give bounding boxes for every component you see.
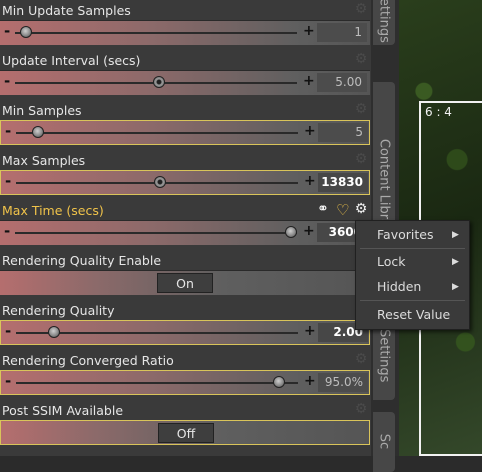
menu-item[interactable]: Hidden ▶: [356, 276, 469, 298]
gear-icon[interactable]: ⚙: [354, 2, 368, 16]
property-label: Min Update Samples: [2, 3, 131, 18]
value-slider[interactable]: - +2.00: [0, 320, 370, 345]
menu-item-label: Reset Value: [377, 307, 451, 322]
minus-icon[interactable]: -: [5, 324, 11, 339]
slider-handle[interactable]: [48, 326, 61, 338]
minus-icon[interactable]: -: [4, 24, 10, 39]
side-tab-label: er Settings: [376, 0, 392, 43]
property-row: Min Samples ⚙ - +5: [0, 100, 371, 150]
submenu-arrow-icon: ▶: [452, 257, 459, 267]
value-slider[interactable]: - +5.00: [0, 70, 370, 95]
menu-item[interactable]: Reset Value: [356, 304, 469, 326]
menu-separator: [360, 248, 465, 249]
parameters-pane: Min Update Samples ⚙ - +1 Update Interval (s…: [0, 0, 371, 456]
value-slider[interactable]: - +3600: [0, 220, 370, 245]
property-row: Rendering Quality Enable⚙On: [0, 250, 371, 300]
menu-separator: [360, 300, 465, 301]
side-tab[interactable]: Sc: [373, 412, 395, 472]
property-label: Rendering Converged Ratio: [2, 353, 174, 368]
property-label: Max Samples: [2, 153, 86, 168]
slider-handle[interactable]: [153, 176, 166, 188]
property-label: Rendering Quality: [2, 303, 115, 318]
minus-icon[interactable]: -: [4, 74, 10, 89]
minus-icon[interactable]: -: [5, 124, 11, 139]
property-row: Max Time (secs) ⚭ ♡ ⚙ - +3600: [0, 200, 371, 250]
menu-item-label: Hidden: [377, 279, 422, 294]
toggle-field[interactable]: Off: [0, 420, 370, 445]
value-field[interactable]: 5: [318, 123, 368, 142]
toggle-button[interactable]: Off: [158, 423, 214, 443]
plus-icon[interactable]: +: [304, 374, 316, 389]
menu-item-label: Favorites: [377, 227, 434, 242]
property-label: Post SSIM Available: [2, 403, 124, 418]
value-slider[interactable]: - +95.0%: [0, 370, 370, 395]
plus-icon[interactable]: +: [303, 24, 315, 39]
property-row: Update Interval (secs) ⚙ - +5.00: [0, 50, 371, 100]
gear-icon[interactable]: ⚙: [354, 52, 368, 66]
gear-icon[interactable]: ⚙: [354, 352, 368, 366]
side-tab-label: Sc: [376, 433, 392, 450]
side-tab[interactable]: er Settings: [373, 0, 395, 45]
aspect-ratio-label: 6 : 4: [425, 105, 452, 119]
property-row: Min Update Samples ⚙ - +1: [0, 0, 371, 50]
link-icon[interactable]: ⚭: [317, 201, 329, 217]
toggle-button[interactable]: On: [157, 273, 213, 293]
slider-track[interactable]: [16, 382, 298, 384]
slider-handle[interactable]: [32, 126, 45, 138]
minus-icon[interactable]: -: [5, 174, 11, 189]
toggle-field[interactable]: On: [0, 270, 370, 295]
slider-handle[interactable]: [152, 76, 165, 88]
value-field[interactable]: 1: [317, 23, 367, 42]
slider-track[interactable]: [15, 232, 297, 234]
value-slider[interactable]: - +1: [0, 20, 370, 45]
slider-track[interactable]: [16, 132, 298, 134]
menu-item-label: Lock: [377, 254, 406, 269]
gear-icon[interactable]: ⚙: [354, 402, 368, 416]
property-label: Rendering Quality Enable: [2, 253, 162, 268]
value-field[interactable]: 13830: [318, 173, 368, 192]
property-row: Post SSIM Available ⚙ Off: [0, 400, 371, 450]
minus-icon[interactable]: -: [5, 374, 11, 389]
property-row: Max Samples ⚙ - +13830: [0, 150, 371, 200]
property-label: Update Interval (secs): [2, 53, 141, 68]
plus-icon[interactable]: +: [304, 324, 316, 339]
value-slider[interactable]: - +13830: [0, 170, 370, 195]
plus-icon[interactable]: +: [304, 174, 316, 189]
plus-icon[interactable]: +: [303, 74, 315, 89]
slider-handle[interactable]: [272, 376, 285, 388]
gear-icon[interactable]: ⚙: [354, 202, 368, 216]
plus-icon[interactable]: +: [303, 224, 315, 239]
minus-icon[interactable]: -: [4, 224, 10, 239]
slider-track[interactable]: [15, 32, 297, 34]
property-label: Max Time (secs): [2, 203, 104, 218]
context-menu: Favorites ▶ Lock ▶ Hidden ▶ Reset Value: [355, 220, 470, 330]
value-slider[interactable]: - +5: [0, 120, 370, 145]
heart-icon[interactable]: ♡: [336, 201, 349, 219]
menu-item[interactable]: Favorites ▶: [356, 224, 469, 246]
menu-item[interactable]: Lock ▶: [356, 251, 469, 273]
value-field[interactable]: 5.00: [317, 73, 367, 92]
plus-icon[interactable]: +: [304, 124, 316, 139]
property-label: Min Samples: [2, 103, 82, 118]
property-row: Rendering Converged Ratio ⚙ - +95.0%: [0, 350, 371, 400]
gear-icon[interactable]: ⚙: [354, 102, 368, 116]
submenu-arrow-icon: ▶: [452, 230, 459, 240]
gear-icon[interactable]: ⚙: [354, 152, 368, 166]
value-field[interactable]: 95.0%: [318, 373, 368, 392]
submenu-arrow-icon: ▶: [452, 282, 459, 292]
slider-handle[interactable]: [20, 26, 33, 38]
slider-handle[interactable]: [285, 226, 297, 238]
property-row: Rendering Quality⚙-+2.00: [0, 300, 371, 350]
